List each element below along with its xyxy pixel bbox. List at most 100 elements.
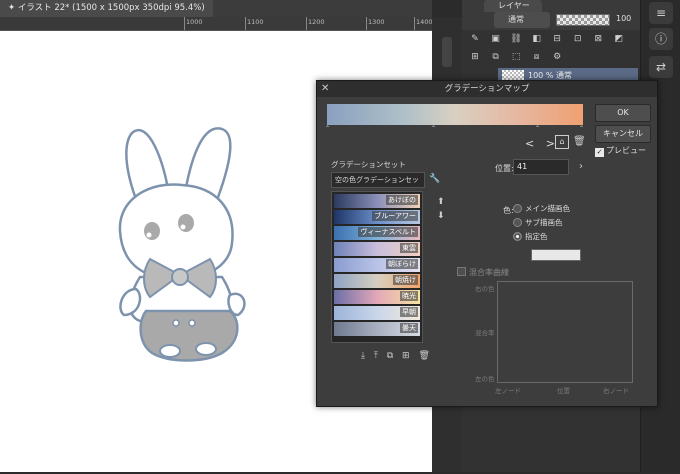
list-item[interactable]: ブルーアワー [334, 210, 420, 224]
layer-tab[interactable]: レイヤー [484, 0, 542, 12]
checkbox-box [457, 267, 466, 276]
graph-mid-label: 混合率 [475, 329, 495, 337]
duplicate-icon[interactable]: ⧉ [387, 351, 393, 361]
folder-icon[interactable]: ⧉ [489, 50, 503, 64]
curve-label: 混合率曲線 [469, 268, 509, 277]
stop-marker[interactable]: ⌃ [535, 125, 540, 132]
layer-toolbar-row-1: ✎ ▣ ⛓ ◧ ⊟ ⊡ ⊠ ◩ [466, 30, 638, 48]
merge-icon[interactable]: ⬚ [509, 50, 523, 64]
add-gradient-icon[interactable]: ⊞ [402, 351, 410, 361]
ruler-tick [245, 17, 246, 30]
position-input[interactable]: 41 [513, 159, 569, 175]
radio-main-label: メイン描画色 [525, 204, 570, 213]
ruler-mark: 1100 [247, 18, 264, 26]
graph-top-label: 右の色 [475, 285, 495, 293]
prev-stop-icon[interactable]: < [525, 137, 534, 150]
ruler-mark: 1200 [308, 18, 325, 26]
radio-custom-color[interactable]: 指定色 [513, 231, 548, 242]
list-reorder: ⬆ ⬇ [437, 195, 445, 223]
move-down-icon[interactable]: ⬇ [437, 209, 445, 223]
import-icon[interactable]: ⤓ [361, 351, 365, 361]
list-item[interactable]: 東雲 [334, 242, 420, 256]
wrench-icon[interactable]: 🔧 [429, 174, 440, 184]
ruler-tick [414, 17, 415, 30]
swap-icon[interactable]: ⇄ [649, 56, 673, 78]
opacity-slider[interactable] [556, 14, 610, 26]
move-up-icon[interactable]: ⬆ [437, 195, 445, 209]
radio-main-color[interactable]: メイン描画色 [513, 203, 570, 214]
blend-mode-select[interactable]: 通常 [494, 12, 550, 28]
mask-icon[interactable]: ◧ [530, 32, 544, 46]
list-item[interactable]: ヴィーナスベルト [334, 226, 420, 240]
layer-tab-label: レイヤー [498, 1, 530, 10]
pen-icon[interactable]: ✎ [468, 32, 482, 46]
check-icon: ✓ [595, 148, 604, 157]
graph-x-right-label: 右ノード [603, 387, 629, 395]
ruler-tick [306, 17, 307, 30]
blend-curve-graph[interactable] [497, 281, 633, 383]
preview-checkbox[interactable]: ✓ プレビュー [595, 145, 646, 157]
gradient-label: 朝ぼらけ [386, 259, 418, 269]
document-tab-bar: ✦ イラスト 22* (1500 x 1500px 350dpi 95.4%) [0, 0, 432, 17]
list-item[interactable]: あけぼの [334, 194, 420, 208]
gradient-map-dialog: ✕ グラデーションマップ ⌃ ⌃ ⌃ ⌃ < > ⌂ 🗑 OK キャンセル ✓ プ… [316, 80, 658, 407]
info-icon[interactable]: ⓘ [649, 28, 673, 50]
list-item[interactable]: 早朝 [334, 306, 420, 320]
chevron-right-icon[interactable]: › [579, 161, 583, 172]
gradient-set-label: グラデーションセット [331, 160, 406, 169]
color-icon[interactable]: ◩ [612, 32, 626, 46]
stop-marker[interactable]: ⌃ [431, 125, 436, 132]
add-stop-icon[interactable]: ⌂ [555, 135, 569, 149]
radio-sub-label: サブ描画色 [525, 218, 563, 227]
new-layer-icon[interactable]: ⊞ [468, 50, 482, 64]
radio-dot [513, 232, 522, 241]
ruler-mark: 1400 [416, 18, 432, 26]
list-item[interactable]: 曇天 [334, 322, 420, 336]
list-item[interactable]: 朝焼け [334, 274, 420, 288]
ruler-mark: 1300 [368, 18, 385, 26]
delete-stop-icon[interactable]: 🗑 [573, 136, 586, 147]
next-stop-icon[interactable]: > [546, 137, 555, 150]
curve-checkbox[interactable]: 混合率曲線 [457, 267, 509, 278]
gradient-label: ヴィーナスベルト [358, 227, 418, 237]
gradient-set-tools: ⤓ ⤒ ⧉ ⊞ 🗑 [361, 351, 436, 361]
graph-x-left-label: 左ノード [495, 387, 521, 395]
settings-icon[interactable]: ⚙ [550, 50, 564, 64]
trash-icon[interactable]: 🗑 [418, 351, 429, 361]
stop-marker[interactable]: ⌃ [325, 125, 330, 132]
preview-label: プレビュー [606, 146, 646, 155]
ruler-tick [184, 17, 185, 30]
draft-icon[interactable]: ⊠ [591, 32, 605, 46]
stop-marker[interactable]: ⌃ [579, 125, 584, 132]
radio-sub-color[interactable]: サブ描画色 [513, 217, 563, 228]
duplicate-icon[interactable]: ⧈ [530, 50, 544, 64]
link-icon[interactable]: ⛓ [509, 32, 523, 46]
radio-custom-label: 指定色 [525, 232, 548, 241]
lock-icon[interactable]: ▣ [489, 32, 503, 46]
document-tab[interactable]: ✦ イラスト 22* (1500 x 1500px 350dpi 95.4%) [0, 0, 213, 17]
ruler-mark: 1000 [186, 18, 203, 26]
gradient-label: 朝焼け [393, 275, 418, 285]
clip-icon[interactable]: ⊟ [550, 32, 564, 46]
position-value: 41 [517, 162, 528, 171]
gradient-label: あけぼの [386, 195, 418, 205]
export-icon[interactable]: ⤒ [374, 351, 378, 361]
radio-dot [513, 218, 522, 227]
gradient-set-select[interactable]: 空の色グラデーションセット [331, 172, 425, 198]
close-icon[interactable]: ✕ [321, 81, 329, 97]
list-item[interactable]: 朝ぼらけ [334, 258, 420, 272]
blend-mode-value: 通常 [508, 15, 524, 24]
opacity-value: 100 [616, 14, 632, 23]
custom-color-swatch[interactable] [531, 249, 581, 261]
scrollbar[interactable] [442, 37, 452, 67]
list-item[interactable]: 暁光 [334, 290, 420, 304]
menu-icon[interactable]: ≡ [649, 2, 673, 24]
gradient-label: 曇天 [400, 323, 418, 333]
gradient-list: あけぼの ブルーアワー ヴィーナスベルト 東雲 朝ぼらけ 朝焼け 暁光 早朝 曇… [331, 191, 423, 343]
ok-button[interactable]: OK [595, 104, 651, 122]
gradient-label: 早朝 [400, 307, 418, 317]
ref-icon[interactable]: ⊡ [571, 32, 585, 46]
horizontal-ruler: 1000 1100 1200 1300 1400 [0, 17, 432, 31]
cancel-button[interactable]: キャンセル [595, 125, 651, 143]
gradient-preview-bar[interactable] [327, 104, 583, 125]
